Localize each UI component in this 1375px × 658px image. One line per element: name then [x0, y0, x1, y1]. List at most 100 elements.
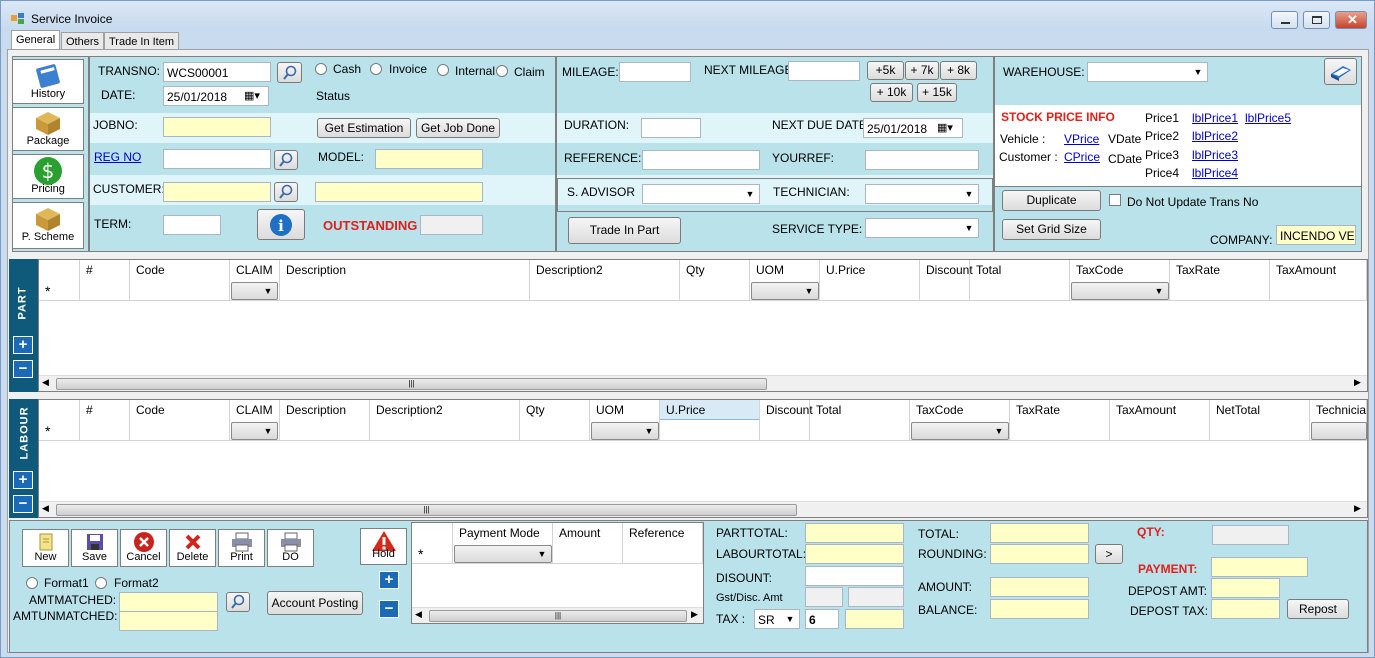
- plus-10k-button[interactable]: + 10k: [870, 83, 913, 102]
- scroll-right-icon[interactable]: ▶: [691, 609, 698, 620]
- remove-payment-row-button[interactable]: −: [379, 600, 399, 618]
- internal-radio[interactable]: [437, 64, 449, 76]
- labour-uom-combo[interactable]: ▼: [591, 422, 659, 440]
- catalog-button[interactable]: [1324, 58, 1357, 85]
- customer-search-button[interactable]: [274, 182, 298, 202]
- get-job-done-button[interactable]: Get Job Done: [416, 118, 500, 138]
- account-posting-button[interactable]: Account Posting: [267, 591, 363, 615]
- part-cell-discount[interactable]: [920, 280, 970, 301]
- jobno-input[interactable]: [163, 117, 271, 137]
- labour-cell-discount[interactable]: [760, 420, 810, 441]
- service-type-select[interactable]: ▼: [865, 218, 979, 238]
- hold-button[interactable]: Hold: [360, 528, 407, 565]
- labour-cell-total[interactable]: [810, 420, 910, 441]
- scroll-right-icon[interactable]: ▶: [1354, 503, 1361, 514]
- vprice-link[interactable]: VPrice: [1064, 132, 1099, 146]
- reg-no-search-button[interactable]: [274, 150, 298, 170]
- labour-claim-combo[interactable]: ▼: [231, 422, 278, 440]
- yourref-input[interactable]: [865, 150, 979, 170]
- delete-button[interactable]: Delete: [169, 529, 216, 567]
- invoice-radio[interactable]: [370, 63, 382, 75]
- scroll-left-icon[interactable]: ◀: [42, 503, 49, 514]
- add-labour-row-button[interactable]: +: [13, 471, 33, 489]
- labour-cell-num[interactable]: [80, 420, 130, 441]
- tab-others[interactable]: Others: [61, 32, 105, 50]
- part-cell-description2[interactable]: [530, 280, 680, 301]
- add-payment-row-button[interactable]: +: [379, 571, 399, 589]
- next-due-date-picker[interactable]: 25/01/2018 ▦▾: [863, 118, 963, 138]
- warehouse-select[interactable]: ▼: [1087, 62, 1208, 82]
- payment-mode-combo[interactable]: ▼: [454, 545, 552, 563]
- amtmatched-input[interactable]: [119, 592, 218, 612]
- customer-code-input[interactable]: [163, 182, 271, 202]
- scroll-right-icon[interactable]: ▶: [1354, 377, 1361, 388]
- trade-in-part-button[interactable]: Trade In Part: [568, 217, 681, 244]
- plus-15k-button[interactable]: + 15k: [917, 83, 957, 102]
- disount-input[interactable]: [805, 566, 904, 586]
- transno-input[interactable]: WCS00001: [163, 62, 271, 82]
- next-mileage-input[interactable]: [788, 61, 860, 81]
- info-button[interactable]: i: [257, 209, 305, 240]
- labour-cell-taxamount[interactable]: [1110, 420, 1210, 441]
- tax-code-select[interactable]: SR ▼: [754, 609, 800, 629]
- payment-cell-reference[interactable]: [623, 543, 703, 564]
- part-cell-taxamount[interactable]: [1270, 280, 1367, 301]
- part-cell-qty[interactable]: [680, 280, 750, 301]
- technician-select[interactable]: ▼: [865, 184, 979, 204]
- pricing-button[interactable]: $ Pricing: [12, 154, 84, 199]
- reg-no-link[interactable]: REG NO: [94, 150, 141, 164]
- reg-no-input[interactable]: [163, 149, 271, 169]
- format1-radio[interactable]: [26, 577, 38, 589]
- part-cell-code[interactable]: [130, 280, 230, 301]
- customer-name-input[interactable]: [315, 182, 483, 202]
- do-not-update-checkbox[interactable]: [1109, 194, 1121, 206]
- labour-cell-qty[interactable]: [520, 420, 590, 441]
- plus-8k-button[interactable]: + 8k: [940, 61, 977, 80]
- save-button[interactable]: Save: [71, 529, 118, 567]
- duplicate-button[interactable]: Duplicate: [1002, 190, 1101, 211]
- part-cell-description[interactable]: [280, 280, 530, 301]
- duration-input[interactable]: [641, 118, 701, 138]
- part-uom-combo[interactable]: ▼: [751, 282, 819, 300]
- labour-scroll-thumb[interactable]: |||: [56, 504, 797, 516]
- transno-search-button[interactable]: [277, 62, 302, 83]
- scroll-left-icon[interactable]: ◀: [42, 377, 49, 388]
- cprice-link[interactable]: CPrice: [1064, 150, 1100, 164]
- lblprice5-link[interactable]: lblPrice5: [1245, 111, 1291, 125]
- model-input[interactable]: [375, 149, 483, 169]
- calendar-icon[interactable]: ▦▾: [244, 89, 260, 102]
- part-taxcode-combo[interactable]: ▼: [1071, 282, 1169, 300]
- get-estimation-button[interactable]: Get Estimation: [317, 118, 411, 138]
- cash-radio[interactable]: [315, 63, 327, 75]
- remove-part-row-button[interactable]: −: [13, 360, 33, 378]
- new-button[interactable]: New: [22, 529, 69, 567]
- lblprice2-link[interactable]: lblPrice2: [1192, 129, 1238, 143]
- payment-cell-amount[interactable]: [553, 543, 623, 564]
- amtmatched-search-button[interactable]: [226, 592, 250, 612]
- labour-cell-description[interactable]: [280, 420, 370, 441]
- labour-cell-nettotal[interactable]: [1210, 420, 1310, 441]
- labour-cell-taxrate[interactable]: [1010, 420, 1110, 441]
- maximize-button[interactable]: [1303, 11, 1330, 29]
- plus-5k-button[interactable]: +5k: [867, 61, 904, 80]
- labour-technician-combo[interactable]: [1311, 422, 1367, 440]
- labour-cell-description2[interactable]: [370, 420, 520, 441]
- part-cell-total[interactable]: [970, 280, 1070, 301]
- do-button[interactable]: DO: [267, 529, 314, 567]
- close-button[interactable]: ✕: [1335, 11, 1367, 29]
- part-scroll-thumb[interactable]: |||: [56, 378, 767, 390]
- service-advisor-select[interactable]: ▼: [642, 184, 760, 204]
- part-horizontal-scrollbar[interactable]: ◀ ||| ▶: [39, 375, 1367, 391]
- labour-horizontal-scrollbar[interactable]: ◀ ||| ▶: [39, 501, 1367, 517]
- minimize-button[interactable]: [1271, 11, 1298, 29]
- labour-cell-code[interactable]: [130, 420, 230, 441]
- lblprice4-link[interactable]: lblPrice4: [1192, 166, 1238, 180]
- print-button[interactable]: Print: [218, 529, 265, 567]
- part-claim-combo[interactable]: ▼: [231, 282, 278, 300]
- payment-scroll-thumb[interactable]: |||: [429, 610, 687, 622]
- calendar-icon[interactable]: ▦▾: [937, 121, 953, 134]
- labour-cell-uprice[interactable]: [660, 420, 760, 441]
- rounding-button[interactable]: >: [1095, 544, 1123, 564]
- part-cell-num[interactable]: [80, 280, 130, 301]
- p-scheme-button[interactable]: P. Scheme: [12, 202, 84, 249]
